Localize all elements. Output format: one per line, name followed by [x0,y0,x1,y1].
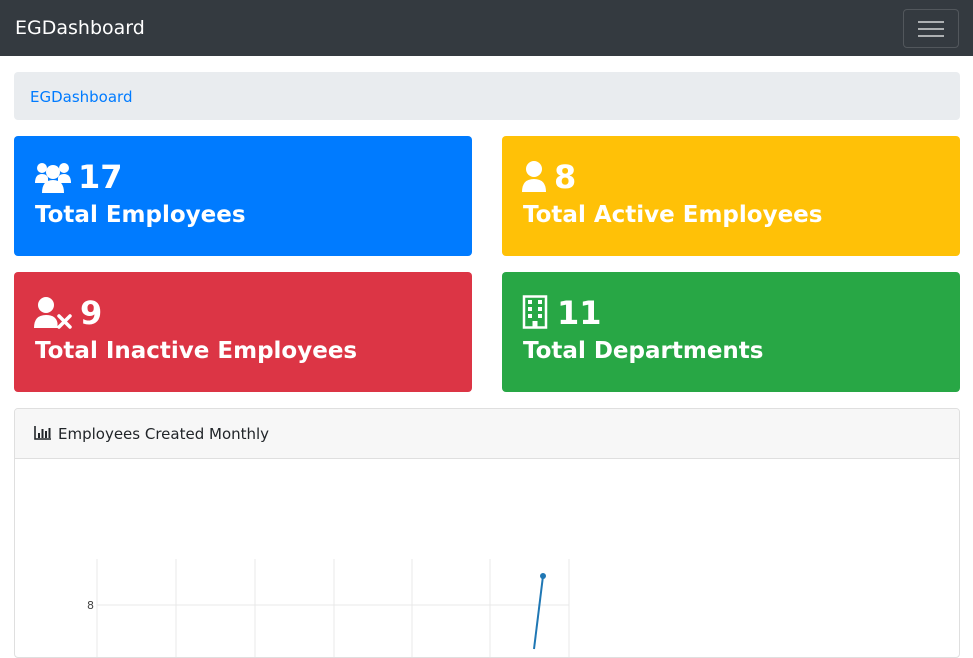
chart-plot: 8 [87,559,570,657]
stat-value: 11 [557,294,602,332]
breadcrumb: EGDashboard [14,72,960,120]
data-point [540,573,546,579]
stat-value: 8 [554,158,577,196]
breadcrumb-item-home[interactable]: EGDashboard [30,87,132,107]
series-line [533,575,544,650]
stat-card-total-inactive-employees[interactable]: 9 Total Inactive Employees [14,272,472,392]
stat-value: 9 [80,294,103,332]
stat-card-total-employees[interactable]: 17 Total Employees [14,136,472,256]
user-times-icon [34,295,72,331]
top-navbar: EGDashboard [0,0,973,56]
stat-card-total-active-employees[interactable]: 8 Total Active Employees [502,136,960,256]
chart-panel: Employees Created Monthly 8 [14,408,960,658]
y-tick-label: 8 [87,599,94,612]
stat-label: Total Departments [523,338,764,364]
stat-label: Total Active Employees [523,202,823,228]
stat-value: 17 [78,158,123,196]
building-icon [522,295,560,331]
stat-label: Total Employees [35,202,246,228]
users-icon [34,159,72,195]
navbar-brand[interactable]: EGDashboard [15,16,145,40]
navbar-toggle-button[interactable] [903,9,959,48]
stat-label: Total Inactive Employees [35,338,358,364]
stat-card-total-departments[interactable]: 11 Total Departments [502,272,960,392]
chart-grid [96,559,570,657]
